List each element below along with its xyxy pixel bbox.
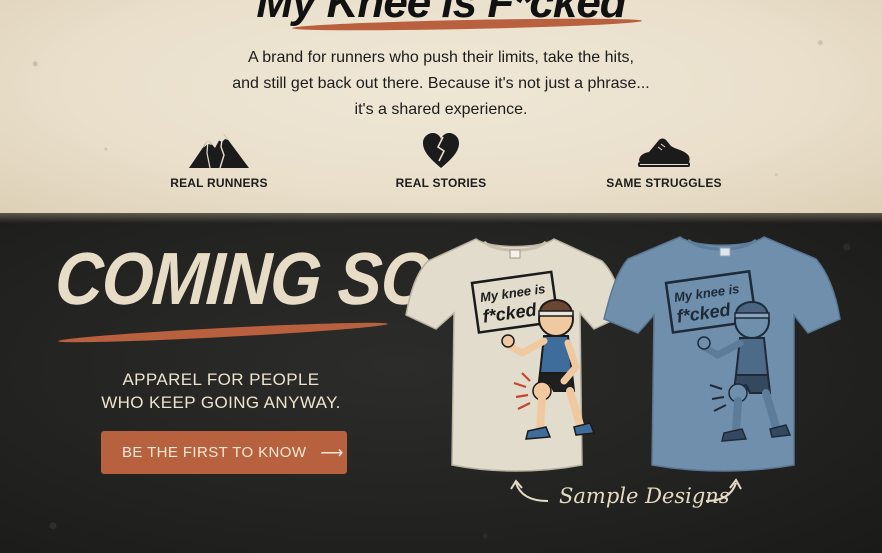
- feature-real-runners: REAL RUNNERS: [119, 125, 319, 190]
- hero-section: My Knee is F*cked A brand for runners wh…: [0, 0, 882, 213]
- arrow-right-icon: ⟶: [320, 444, 344, 462]
- curved-arrow-left-icon: [510, 479, 549, 502]
- feature-label: SAME STRUGGLES: [606, 176, 722, 190]
- apparel-line: APPAREL FOR PEOPLE: [122, 370, 320, 389]
- mountain-icon: [119, 125, 319, 169]
- coming-soon-underline: [57, 319, 389, 346]
- tagline-line: A brand for runners who push their limit…: [248, 49, 634, 66]
- tagline: A brand for runners who push their limit…: [0, 45, 882, 123]
- feature-label: REAL STORIES: [395, 176, 487, 190]
- coming-soon-section: COMING SOON APPAREL FOR PEOPLE WHO KEEP …: [0, 213, 882, 553]
- feature-real-stories: REAL STORIES: [341, 125, 541, 190]
- cta-label: BE THE FIRST TO KNOW: [122, 444, 307, 461]
- apparel-subheading: APPAREL FOR PEOPLE WHO KEEP GOING ANYWAY…: [96, 368, 346, 414]
- blue-tshirt-sample: My knee is f*cked: [602, 231, 842, 478]
- feature-label: REAL RUNNERS: [170, 176, 268, 190]
- apparel-line: WHO KEEP GOING ANYWAY.: [101, 393, 341, 412]
- tagline-line: and still get back out there. Because it…: [232, 75, 650, 92]
- shoe-icon: [564, 125, 764, 169]
- cream-tshirt-sample: My knee is f*cked: [404, 233, 626, 478]
- feature-same-struggles: SAME STRUGGLES: [564, 125, 764, 190]
- coming-soon-heading: COMING SOON: [52, 236, 532, 320]
- heart-icon: [341, 125, 541, 169]
- curved-arrow-right-icon: [705, 478, 742, 502]
- tagline-line: it's a shared experience.: [354, 101, 528, 118]
- be-first-to-know-button[interactable]: BE THE FIRST TO KNOW ⟶: [101, 431, 347, 474]
